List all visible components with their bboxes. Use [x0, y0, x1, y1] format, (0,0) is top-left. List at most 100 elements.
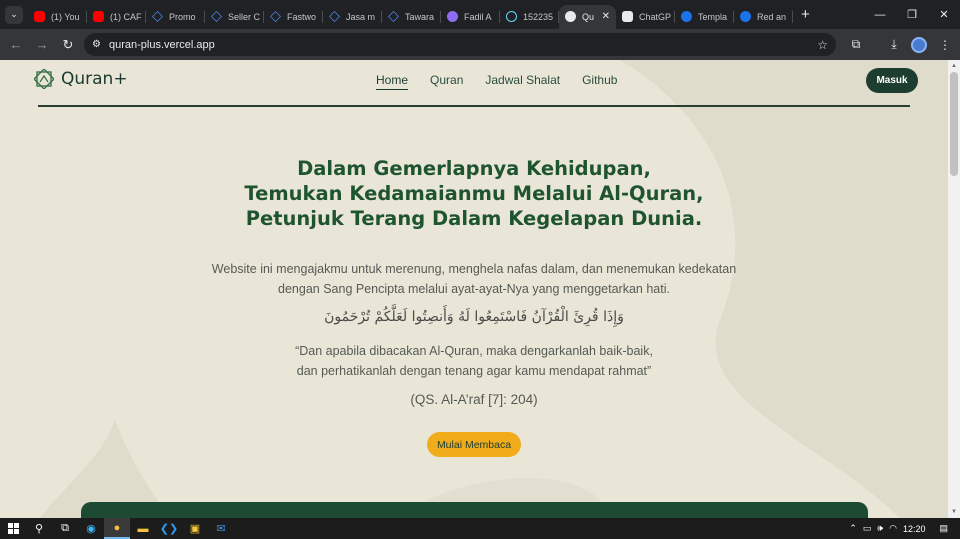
battery-icon[interactable]: ▭	[863, 523, 872, 534]
canva-icon	[681, 11, 692, 22]
download-icon[interactable]: ⤓	[882, 29, 906, 60]
file-explorer-icon[interactable]: ▬	[130, 518, 156, 539]
tab-label: ChatGP	[639, 11, 672, 22]
vscode-icon[interactable]: ❮❯	[156, 518, 182, 539]
clock-time[interactable]: 12:20	[903, 524, 926, 534]
tab-label: Qu	[582, 11, 595, 22]
forward-icon[interactable]: →	[30, 33, 54, 57]
search-icon[interactable]: ⚲	[26, 518, 52, 539]
triangle-logo-icon	[329, 11, 340, 22]
scroll-thumb[interactable]	[950, 72, 958, 176]
tab-label: Promo	[169, 11, 196, 22]
minimize-icon[interactable]: —	[864, 0, 896, 29]
hero-description-line: Website ini mengajakmu untuk merenung, m…	[211, 262, 737, 276]
tab-label: Fadil A	[464, 11, 492, 22]
site-info-icon[interactable]: ⚙	[92, 39, 101, 50]
triangle-logo-icon	[152, 11, 163, 22]
tab-label: 152235	[523, 11, 554, 22]
task-view-icon[interactable]: ⧉	[52, 518, 78, 539]
verse-reference: (QS. Al-A’raf [7]: 204)	[410, 392, 538, 407]
store-icon[interactable]: ▣	[182, 518, 208, 539]
scroll-up-icon[interactable]: ▲	[950, 62, 958, 70]
triangle-logo-icon	[270, 11, 281, 22]
close-window-icon[interactable]: ✕	[928, 0, 960, 29]
translation-line: dan perhatikanlah dengan tenang agar kam…	[296, 364, 652, 378]
browser-tab[interactable]: (1) You	[28, 5, 87, 29]
react-icon	[506, 11, 517, 22]
notification-icon[interactable]: ▤	[939, 523, 948, 534]
tab-label: Seller C	[228, 11, 261, 22]
tab-label: Templa	[698, 11, 728, 22]
new-tab-icon[interactable]: +	[801, 6, 810, 23]
nav-link-home[interactable]: Home	[376, 73, 409, 90]
tray-chevron-icon[interactable]: ⌃	[849, 523, 857, 534]
verse-translation: “Dan apabila dibacakan Al-Quran, maka de…	[190, 341, 758, 381]
windows-start-icon[interactable]	[0, 518, 26, 539]
browser-tab[interactable]: Templa	[675, 5, 734, 29]
hero-title-line: Petunjuk Terang Dalam Kegelapan Dunia.	[245, 207, 703, 230]
back-icon[interactable]: ←	[4, 33, 28, 57]
reload-icon[interactable]: ↻	[56, 33, 80, 57]
canva-icon	[740, 11, 751, 22]
feature-card	[81, 502, 868, 518]
browser-tab[interactable]: Fastwo	[264, 5, 323, 29]
login-button[interactable]: Masuk	[866, 68, 918, 93]
windows-taskbar: ⚲ ⧉ ◉ ● ▬ ❮❯ ▣ ✉ ⌃ ▭ 🕪 ◠ 12:20 ▤	[0, 518, 960, 539]
triangle-logo-icon	[211, 11, 222, 22]
nav-link-jadwal-shalat[interactable]: Jadwal Shalat	[485, 73, 560, 90]
browser-tab[interactable]: Jasa m	[323, 5, 382, 29]
start-reading-button[interactable]: Mulai Membaca	[427, 432, 521, 457]
main-nav: Home Quran Jadwal Shalat Github	[376, 73, 617, 90]
close-tab-icon[interactable]: ✕	[602, 11, 610, 22]
hero-title: Dalam Gemerlapnya Kehidupan, Temukan Ked…	[180, 156, 768, 231]
hero-description: Website ini mengajakmu untuk merenung, m…	[170, 259, 778, 299]
tab-label: (1) You	[51, 11, 80, 22]
quran-favicon	[565, 11, 576, 22]
mail-icon[interactable]: ✉	[208, 518, 234, 539]
hero-description-line: dengan Sang Pencipta melalui ayat-ayat-N…	[278, 282, 670, 296]
translation-line: “Dan apabila dibacakan Al-Quran, maka de…	[295, 344, 653, 358]
youtube-icon	[93, 11, 104, 22]
wifi-icon[interactable]: ◠	[889, 523, 897, 534]
hero-title-line: Dalam Gemerlapnya Kehidupan,	[297, 157, 651, 180]
chatgpt-icon	[622, 11, 633, 22]
browser-tab[interactable]: Seller C	[205, 5, 264, 29]
site-header: Quran+ Home Quran Jadwal Shalat Github Masu…	[34, 60, 920, 106]
browser-toolbar: ← → ↻ ⚙ quran-plus.vercel.app ☆	[0, 29, 960, 60]
browser-tab[interactable]: Promo	[146, 5, 205, 29]
scroll-down-icon[interactable]: ▼	[950, 508, 958, 516]
tab-label: (1) CAF	[110, 11, 142, 22]
browser-tab[interactable]: Qu ✕	[559, 4, 616, 29]
tab-list: (1) You (1) CAF Promo Seller C Fastwo Jasa m T…	[28, 1, 793, 29]
page-scrollbar[interactable]: ▲ ▼	[948, 60, 960, 518]
header-divider	[38, 105, 910, 107]
browser-tab[interactable]: Tawara	[382, 5, 441, 29]
restore-icon[interactable]: ❐	[896, 0, 928, 29]
volume-icon[interactable]: 🕪	[877, 523, 883, 534]
browser-tab[interactable]: Red an	[734, 5, 793, 29]
tab-label: Jasa m	[346, 11, 376, 22]
bookmark-star-icon[interactable]: ☆	[817, 38, 828, 52]
youtube-icon	[34, 11, 45, 22]
extensions-icon[interactable]: ⧉	[844, 29, 868, 60]
menu-kebab-icon[interactable]: ⋮	[933, 29, 957, 60]
hero-title-line: Temukan Kedamaianmu Melalui Al-Quran,	[244, 182, 704, 205]
arabic-verse: وَإِذَا قُرِئَ الْقُرْآنُ فَاسْتَمِعُوا …	[324, 309, 624, 325]
profile-avatar[interactable]	[907, 29, 931, 60]
nav-link-quran[interactable]: Quran	[430, 73, 463, 90]
page-viewport: Quran+ Home Quran Jadwal Shalat Github Masu…	[0, 60, 948, 518]
browser-tab[interactable]: ChatGP	[616, 5, 675, 29]
browser-tab[interactable]: Fadil A	[441, 5, 500, 29]
address-bar[interactable]: ⚙ quran-plus.vercel.app ☆	[84, 33, 836, 56]
site-logo[interactable]: Quran+	[34, 69, 128, 89]
chrome-icon[interactable]: ●	[104, 518, 130, 539]
tab-search-button[interactable]: ⌄	[5, 5, 23, 24]
nav-link-github[interactable]: Github	[582, 73, 617, 90]
url-text: quran-plus.vercel.app	[108, 38, 215, 51]
browser-tab[interactable]: (1) CAF	[87, 5, 146, 29]
tab-label: Red an	[757, 11, 787, 22]
browser-tab[interactable]: 152235	[500, 5, 559, 29]
system-tray: ⌃ ▭ 🕪 ◠ 12:20 ▤	[849, 518, 960, 539]
triangle-logo-icon	[388, 11, 399, 22]
edge-icon[interactable]: ◉	[78, 518, 104, 539]
